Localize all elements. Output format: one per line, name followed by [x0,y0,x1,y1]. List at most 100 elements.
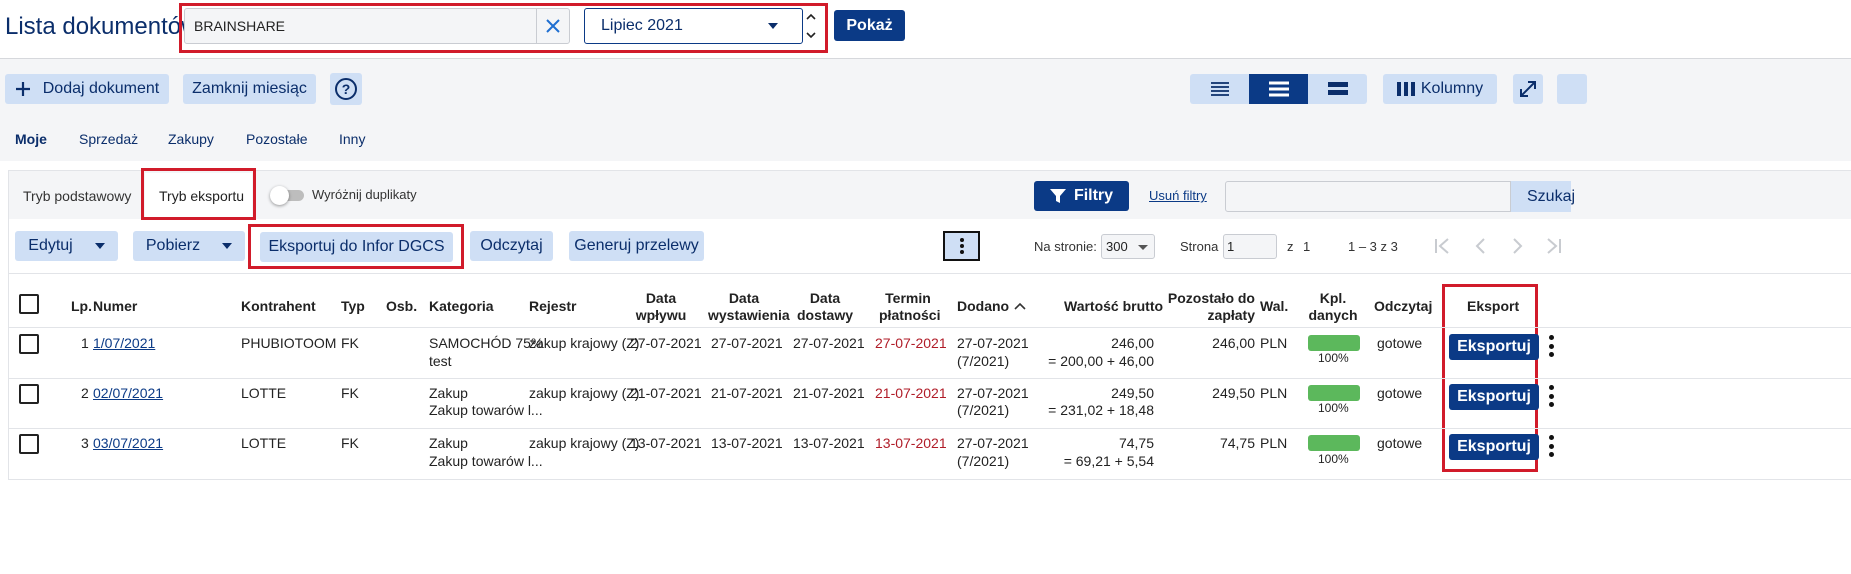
row-rejestr: zakup krajowy (Z) [529,435,640,451]
row-menu-icon[interactable] [1548,435,1554,457]
col-wal[interactable]: Wal. [1260,298,1288,315]
show-button[interactable]: Pokaż [834,10,905,41]
view-normal-button[interactable] [1249,74,1308,104]
row-checkbox[interactable] [19,334,39,354]
fullscreen-button[interactable] [1513,74,1543,104]
read-button[interactable]: Odczytaj [470,231,553,261]
row-export-button[interactable]: Eksportuj [1449,384,1539,410]
add-document-button[interactable]: Dodaj dokument [5,74,169,104]
edit-dropdown-button[interactable]: Edytuj [15,231,118,261]
row-odczytaj-status: gotowe [1377,435,1423,451]
duplicates-toggle[interactable] [270,186,304,205]
per-page-label: Na stronie: [1034,239,1097,254]
first-page-icon[interactable] [1434,237,1450,260]
clear-filters-link[interactable]: Usuń filtry [1149,188,1207,203]
row-data-wystawienia: 27-07-2021 [711,335,783,351]
mode-basic-tab[interactable]: Tryb podstawowy [23,188,131,204]
row-odczytaj-status: gotowe [1377,385,1423,401]
generate-transfers-button[interactable]: Generuj przelewy [569,231,704,261]
col-kpl[interactable]: Kpl. danych [1308,290,1358,324]
col-odczytaj[interactable]: Odczytaj [1374,298,1432,315]
page-input[interactable]: 1 [1223,234,1277,259]
row-odczytaj-status: gotowe [1377,335,1423,351]
expand-icon [1520,81,1536,97]
col-data-wystawienia[interactable]: Data wystawienia [708,290,790,324]
row-menu-icon[interactable] [1548,385,1554,407]
header-divider-line [8,327,1851,328]
col-data-dostawy[interactable]: Data dostawy [797,290,853,324]
month-stepper[interactable] [805,12,817,42]
tab-inny[interactable]: Inny [339,131,365,147]
per-page-select[interactable]: 300 [1101,234,1155,259]
row-completeness-pct: 100% [1318,351,1349,365]
columns-button[interactable]: Kolumny [1383,74,1497,104]
range-label: 1 – 3 z 3 [1348,239,1398,254]
last-page-icon[interactable] [1546,237,1562,260]
row-termin: 27-07-2021 [875,335,947,351]
tab-zakupy[interactable]: Zakupy [168,131,214,147]
row-checkbox[interactable] [19,384,39,404]
more-actions-button[interactable] [943,231,980,261]
col-lp: Lp. [71,298,92,314]
page-label: Strona [1180,239,1219,254]
row-export-button[interactable]: Eksportuj [1449,334,1539,360]
view-compact-button[interactable] [1190,74,1249,104]
prev-page-icon[interactable] [1474,237,1486,260]
row-termin: 13-07-2021 [875,435,947,451]
col-dodano[interactable]: Dodano [957,298,1026,315]
help-icon: ? [335,78,357,100]
col-rejestr[interactable]: Rejestr [529,298,576,315]
search-button[interactable]: Szukaj [1511,181,1575,212]
help-button[interactable]: ? [330,73,362,105]
col-wartosc[interactable]: Wartość brutto [1064,298,1163,315]
month-select[interactable]: Lipiec 2021 [584,8,803,44]
caret-down-icon [222,243,233,249]
col-typ[interactable]: Typ [341,298,365,315]
row-menu-icon[interactable] [1548,335,1554,357]
row-typ: FK [341,435,359,451]
row-numer-link[interactable]: 1/07/2021 [93,333,155,354]
caret-down-icon [94,243,105,249]
row-typ: FK [341,385,359,401]
select-all-checkbox[interactable] [19,294,39,314]
kebab-icon [959,238,965,254]
row-export-button[interactable]: Eksportuj [1449,434,1539,460]
funnel-icon [1049,189,1066,203]
row-kontrahent: LOTTE [241,435,287,451]
month-value: Lipiec 2021 [601,17,683,34]
download-dropdown-button[interactable]: Pobierz [133,231,245,261]
company-input[interactable]: BRAINSHARE [184,8,570,44]
row-data-wplywu: 21-07-2021 [630,385,702,401]
next-page-icon[interactable] [1512,237,1524,260]
row-pozostalo: 249,50 [1212,385,1255,401]
more-toolbar-button[interactable] [1557,74,1587,104]
col-pozostalo[interactable]: Pozostało do zapłaty [1166,290,1255,324]
edit-label: Edytuj [28,237,73,254]
row-numer-link[interactable]: 02/07/2021 [93,383,163,404]
row-pozostalo: 74,75 [1219,435,1255,451]
list-compact-icon [1210,82,1229,96]
close-month-button[interactable]: Zamknij miesiąc [183,74,316,104]
row-wal: PLN [1260,335,1288,351]
filters-button[interactable]: Filtry [1034,181,1129,211]
col-numer[interactable]: Numer [93,298,137,315]
row-wal: PLN [1260,435,1288,451]
tab-pozostale[interactable]: Pozostałe [246,131,307,147]
col-osb[interactable]: Osb. [386,298,417,315]
tab-sprzedaz[interactable]: Sprzedaż [79,131,138,147]
tab-moje[interactable]: Moje [15,131,47,147]
col-termin[interactable]: Termin płatności [879,290,940,324]
clear-icon[interactable] [536,9,569,43]
col-kontrahent[interactable]: Kontrahent [241,298,316,315]
row-numer-link[interactable]: 03/07/2021 [93,433,163,454]
row-completeness-pct: 100% [1318,452,1349,466]
export-infor-highlight [248,224,464,269]
col-kategoria[interactable]: Kategoria [429,298,494,315]
row-checkbox[interactable] [19,434,39,454]
col-data-wplywu[interactable]: Data wpływu [631,290,691,324]
view-large-button[interactable] [1308,74,1367,104]
page-value: 1 [1227,239,1235,254]
row-wartosc-breakdown: = 231,02 + 18,48 [1048,402,1154,418]
search-input[interactable] [1225,181,1511,212]
row-typ: FK [341,335,359,351]
